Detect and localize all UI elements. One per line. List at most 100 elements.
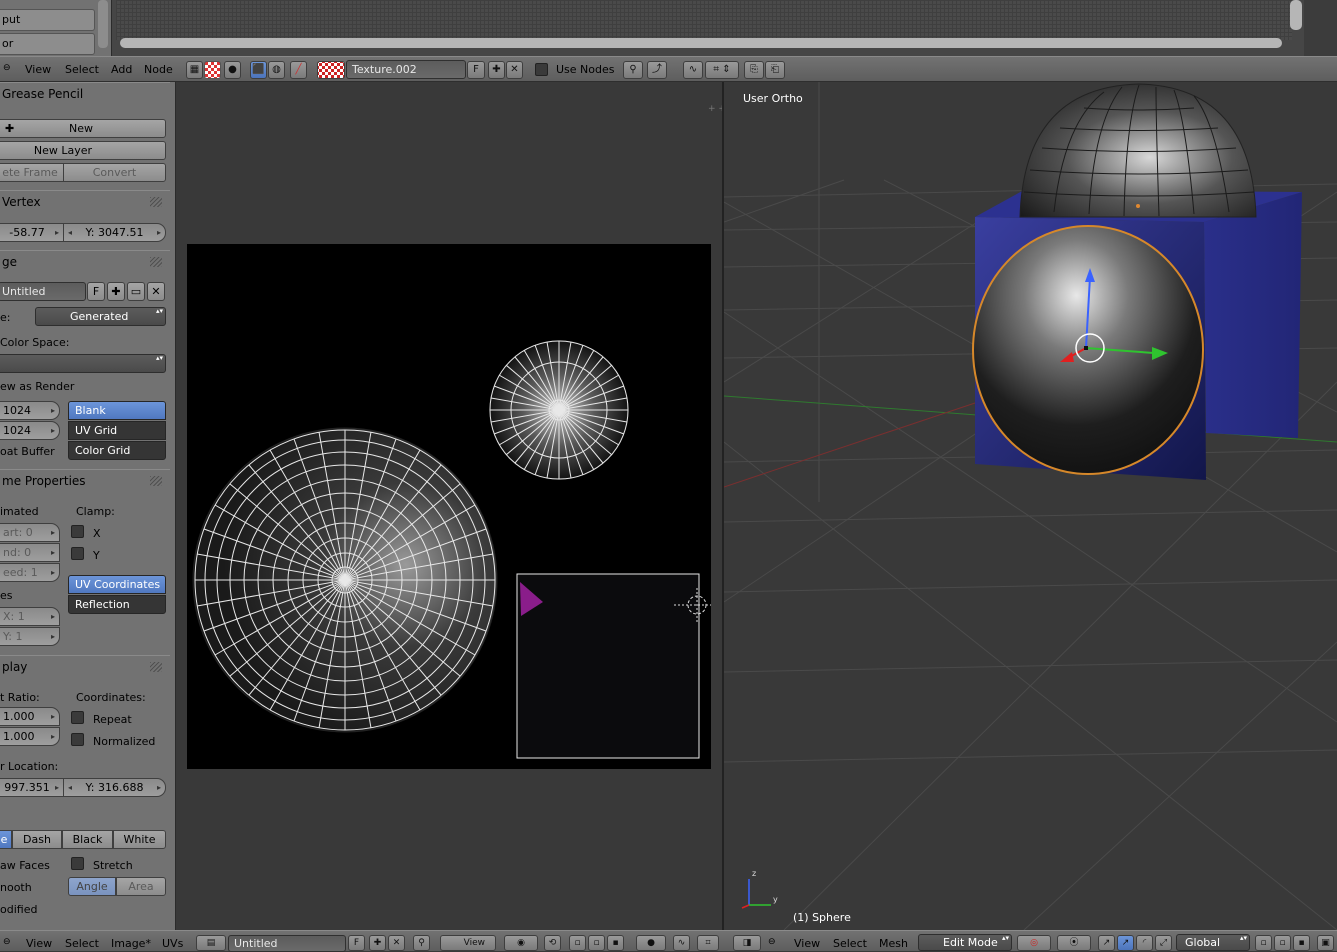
image-header[interactable]: ge	[0, 250, 170, 274]
source-dropdown[interactable]: Generated	[35, 307, 166, 326]
3d-menu-mesh[interactable]: Mesh	[879, 937, 908, 950]
parent-node-icon[interactable]: ⤴	[647, 61, 667, 79]
3d-menu-select[interactable]: Select	[833, 937, 867, 950]
anim-end-field[interactable]: nd: 0	[0, 543, 60, 562]
limit-selection-icon[interactable]: ▣	[1317, 935, 1334, 951]
snap-toggle-icon[interactable]: ∿	[683, 61, 703, 79]
image-width-field[interactable]: 1024	[0, 401, 60, 420]
pivot-point-icon[interactable]: ⦿	[1057, 935, 1091, 951]
mapping-uv-coordinates[interactable]: UV Coordinates	[68, 575, 166, 594]
edge-select-icon[interactable]: ▫	[588, 935, 605, 951]
world-icon[interactable]: ◍	[268, 61, 285, 79]
bottom-snap-element-icon[interactable]: ⌗	[697, 935, 719, 951]
3d-collapse-icon[interactable]: ⊖	[768, 937, 776, 947]
texture-nodes-icon[interactable]	[204, 61, 221, 79]
delete-frame-button[interactable]: ete Frame	[0, 163, 64, 182]
texture-name-field[interactable]: Texture.002	[346, 60, 466, 79]
aspect-x-field[interactable]: 1.000	[0, 707, 60, 726]
use-nodes-checkbox[interactable]	[535, 63, 548, 76]
panel-grip-icon[interactable]	[150, 662, 162, 672]
tiles-x-field[interactable]: X: 1	[0, 607, 60, 626]
bottom-new-image-icon[interactable]: ✚	[369, 935, 386, 951]
timeline-area[interactable]	[116, 0, 1292, 40]
menu-node[interactable]: Node	[144, 63, 173, 76]
unlink-texture-icon[interactable]: ✕	[506, 61, 523, 79]
panel-grip-icon[interactable]	[150, 257, 162, 267]
bottom-snap-icon[interactable]: ∿	[673, 935, 690, 951]
snap-element-icon[interactable]: ⌗ ⇕	[705, 61, 739, 79]
copy-nodes-icon[interactable]: ⎘	[744, 61, 764, 79]
display-header[interactable]: play	[0, 655, 170, 679]
color-space-dropdown[interactable]	[0, 354, 166, 373]
gen-type-uv-grid[interactable]: UV Grid	[68, 421, 166, 440]
panel-grip-icon[interactable]	[150, 476, 162, 486]
uv-sync-icon[interactable]: ⟲	[544, 935, 561, 951]
stretch-checkbox[interactable]	[71, 857, 84, 870]
uv-vertex-header[interactable]: Vertex	[0, 190, 170, 214]
bottom-image-name-field[interactable]: Untitled	[228, 935, 346, 952]
uv-menu-view[interactable]: View	[26, 937, 52, 950]
uv-menu-uvs[interactable]: UVs	[162, 937, 183, 950]
vertical-scrollbar[interactable]	[1290, 0, 1302, 30]
translate-manipulator-icon[interactable]: ↗	[1117, 935, 1134, 951]
gen-type-blank[interactable]: Blank	[68, 401, 166, 420]
uv-image-canvas[interactable]	[187, 244, 711, 769]
bottom-unlink-image-icon[interactable]: ✕	[388, 935, 405, 951]
image-name-field[interactable]: Untitled	[0, 282, 86, 301]
edge-style-black[interactable]: Black	[62, 830, 113, 849]
shader-nodes-icon[interactable]: ▦	[186, 61, 203, 79]
vertex-x-field[interactable]: -58.77	[0, 223, 64, 242]
menu-add[interactable]: Add	[111, 63, 132, 76]
3d-face-select-icon[interactable]: ▪	[1293, 935, 1310, 951]
3d-vertex-select-icon[interactable]: ▫	[1255, 935, 1272, 951]
normalized-checkbox[interactable]	[71, 733, 84, 746]
fake-user-button[interactable]: F	[467, 61, 485, 79]
paste-nodes-icon[interactable]: ⎗	[765, 61, 785, 79]
uv-menu-image[interactable]: Image*	[111, 937, 151, 950]
anim-start-field[interactable]: art: 0	[0, 523, 60, 542]
editor-type-icon[interactable]: ⊖	[3, 63, 11, 73]
rotate-manipulator-icon[interactable]: ◜	[1136, 935, 1153, 951]
image-browse-icon[interactable]: ▤	[196, 935, 226, 951]
edge-style-dash[interactable]: Dash	[12, 830, 62, 849]
compositing-icon[interactable]: ●	[224, 61, 241, 79]
face-select-icon[interactable]: ▪	[607, 935, 624, 951]
edge-style-white[interactable]: White	[113, 830, 166, 849]
gen-type-color-grid[interactable]: Color Grid	[68, 441, 166, 460]
vertex-y-field[interactable]: Y: 3047.51	[63, 223, 166, 242]
view-mode-dropdown[interactable]: View	[440, 935, 496, 951]
menu-select[interactable]: Select	[65, 63, 99, 76]
pin-icon[interactable]: ⚲	[623, 61, 643, 79]
bottom-pin-icon[interactable]: ⚲	[413, 935, 430, 951]
transform-orientation-dropdown[interactable]: Global	[1176, 934, 1250, 951]
clamp-x-checkbox[interactable]	[71, 525, 84, 538]
convert-button[interactable]: Convert	[63, 163, 166, 182]
small-sphere-uv[interactable]	[489, 340, 629, 480]
brush-icon[interactable]: ╱	[290, 61, 307, 79]
bottom-fake-user-button[interactable]: F	[348, 935, 365, 951]
editor-type-icon[interactable]: ⊖	[3, 937, 11, 947]
clamp-y-checkbox[interactable]	[71, 547, 84, 560]
top-left-scrollbar[interactable]	[98, 0, 108, 48]
top-left-item-color[interactable]: or	[0, 33, 95, 55]
3d-menu-view[interactable]: View	[794, 937, 820, 950]
uv-menu-select[interactable]: Select	[65, 937, 99, 950]
dome-object[interactable]	[1019, 83, 1257, 218]
panel-grip-icon[interactable]	[150, 197, 162, 207]
horizontal-scrollbar[interactable]	[120, 38, 1282, 48]
tiles-y-field[interactable]: Y: 1	[0, 627, 60, 646]
game-properties-header[interactable]: me Properties	[0, 469, 170, 493]
vertex-select-icon[interactable]: ▫	[569, 935, 586, 951]
new-image-icon[interactable]: ✚	[107, 282, 125, 301]
manipulator-toggle-icon[interactable]: ↗	[1098, 935, 1115, 951]
open-image-icon[interactable]: ▭	[127, 282, 145, 301]
texture-browse-icon[interactable]	[317, 61, 345, 79]
big-sphere-uv[interactable]	[192, 427, 498, 733]
3d-viewport[interactable]: User Ortho (1) Sphere z y	[723, 82, 1337, 931]
mapping-reflection[interactable]: Reflection	[68, 595, 166, 614]
mode-dropdown[interactable]: Edit Mode	[918, 934, 1012, 951]
grease-pencil-header[interactable]: Grease Pencil	[0, 82, 170, 106]
cube-face-uv[interactable]	[516, 573, 700, 759]
menu-view[interactable]: View	[25, 63, 51, 76]
grease-pencil-new-button[interactable]: ✚ New	[0, 119, 166, 138]
